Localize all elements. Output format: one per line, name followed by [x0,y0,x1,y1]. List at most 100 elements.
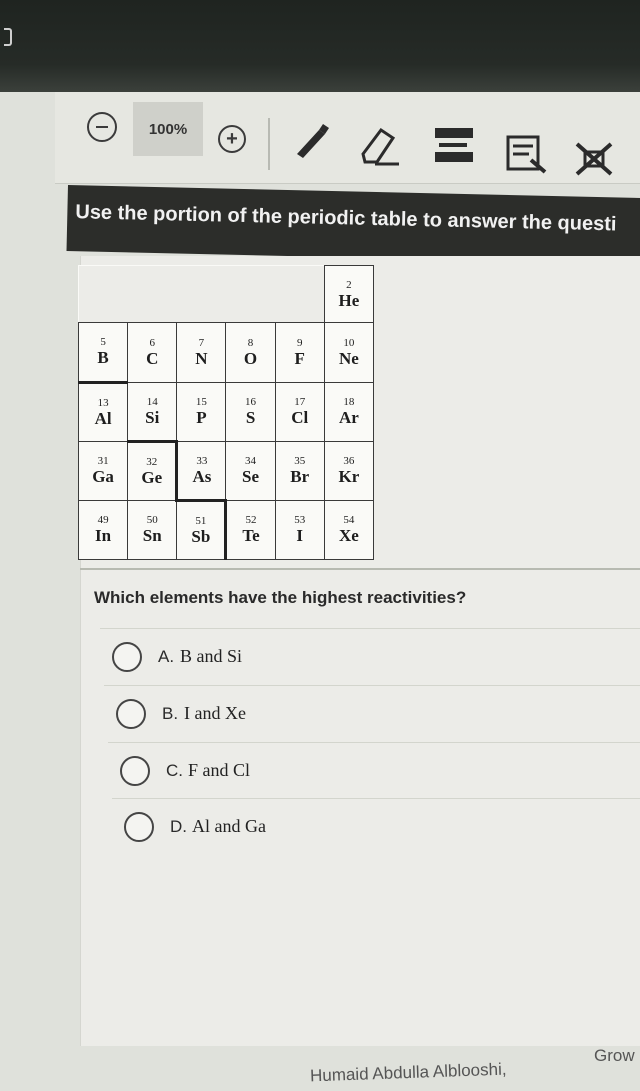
toolbar: 100% + [55,92,640,184]
atomic-number: 54 [343,514,355,527]
element-symbol: P [196,408,207,428]
element-symbol: N [195,348,208,368]
eraser-icon[interactable] [355,122,403,170]
atomic-number: 18 [343,396,355,409]
element-symbol: I [296,526,304,546]
element-cell-i: 53 I [274,499,325,561]
element-symbol: In [95,526,112,546]
element-symbol: Xe [338,526,359,546]
element-cell-si: 14 Si [127,381,178,442]
element-cell-br: 35 Br [274,440,325,501]
element-cell-p: 15 P [176,381,227,442]
atomic-number: 14 [146,395,158,408]
pencil-icon[interactable] [293,120,333,160]
element-symbol: Kr [338,467,360,487]
choice-c[interactable]: C. F and Cl [108,742,640,798]
element-cell-n: 7 N [176,322,227,383]
element-cell-s: 16 S [225,381,276,442]
radio-button[interactable] [124,811,154,842]
radio-button[interactable] [120,755,150,786]
choice-text: I and Xe [184,703,246,723]
element-cell-al: 13 Al [77,380,129,442]
eliminate-icon[interactable] [573,140,617,180]
footer-grow-text: Grow [594,1046,635,1065]
zoom-level: 100% [133,102,203,156]
empty-cell [78,265,128,323]
zoom-out-icon[interactable] [87,112,117,142]
element-cell-sb: 51 Sb [176,498,227,561]
atomic-number: 9 [296,336,303,349]
atomic-number: 5 [100,336,106,349]
atomic-number: 31 [97,455,109,468]
element-cell-sn: 50 Sn [127,499,178,561]
element-symbol: Si [145,407,160,427]
atomic-number: 33 [196,454,208,467]
atomic-number: 6 [149,336,155,349]
element-symbol: O [243,348,258,368]
element-symbol: Ar [338,408,359,428]
empty-cell [225,265,276,323]
choice-letter: A. [158,646,175,666]
element-cell-in: 49 In [77,499,129,561]
radio-button[interactable] [116,698,146,729]
element-symbol: Ne [338,348,359,368]
choice-text: Al and Ga [192,816,266,836]
element-symbol: Al [94,408,112,428]
atomic-number: 35 [294,455,306,468]
element-symbol: C [146,348,159,368]
atomic-number: 50 [146,514,158,527]
element-cell-b: 5 B [77,322,129,383]
element-symbol: Sb [191,526,211,546]
element-symbol: Se [242,467,260,487]
atomic-number: 2 [346,278,352,291]
atomic-number: 52 [245,514,257,527]
atomic-number: 51 [195,514,207,527]
question-prompt: Which elements have the highest reactivi… [94,588,467,607]
element-symbol: Te [242,526,260,546]
atomic-number: 7 [198,336,205,349]
element-cell-ne: 10 Ne [323,322,375,383]
element-cell-o: 8 O [225,322,276,383]
element-cell-se: 34 Se [225,440,276,501]
atomic-number: 34 [245,455,257,468]
choice-text: F and Cl [188,760,251,780]
choice-letter: D. [170,816,187,836]
element-cell-kr: 36 Kr [323,440,375,501]
element-symbol: As [192,466,212,486]
empty-cell [127,265,177,323]
element-symbol: He [338,290,360,310]
top-dark-header [0,0,640,92]
element-symbol: Ga [92,467,114,487]
element-cell-xe: 54 Xe [323,499,375,561]
bracket-icon [4,28,12,46]
choice-b[interactable]: B. I and Xe [104,685,640,741]
highlighter-icon[interactable] [433,126,475,166]
choice-letter: C. [166,760,183,780]
atomic-number: 10 [343,336,355,349]
element-cell-as: 33 As [175,440,227,501]
atomic-number: 36 [343,455,355,468]
choice-a[interactable]: A. B and Si [100,628,640,684]
choice-d[interactable]: D. Al and Ga [112,798,640,854]
atomic-number: 8 [247,336,254,349]
atomic-number: 49 [97,514,109,527]
reference-icon[interactable] [505,134,549,174]
zoom-in-icon[interactable]: + [218,125,246,153]
periodic-table: 2 He 5 B 6 C 7 N 8 O 9 F 10 Ne 13 Al 14 … [77,264,375,561]
question-instruction: Use the portion of the periodic table to… [66,185,640,265]
element-cell-c: 6 C [127,322,178,383]
element-cell-cl: 17 Cl [274,381,325,442]
element-symbol: F [294,348,305,368]
radio-button[interactable] [112,641,142,672]
element-symbol: B [97,348,109,368]
element-cell-ga: 31 Ga [77,440,129,501]
element-symbol: Sn [142,526,162,546]
atomic-number: 16 [245,396,257,409]
element-cell-he: 2 He [323,264,375,324]
section-divider [80,568,640,570]
student-name: Humaid Abdulla Alblooshi, [309,1059,507,1086]
element-cell-ge: 32 Ge [127,439,178,501]
element-symbol: Ge [141,467,163,487]
atomic-number: 17 [294,396,306,409]
toolbar-divider [268,118,270,170]
